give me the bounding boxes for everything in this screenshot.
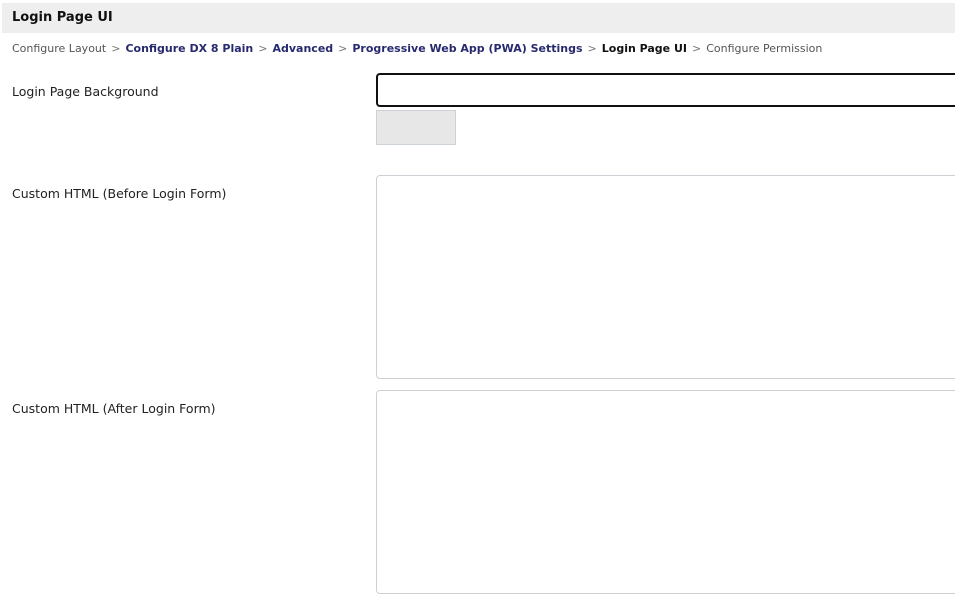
breadcrumb-configure-permission[interactable]: Configure Permission bbox=[706, 42, 822, 55]
custom-html-before-textarea[interactable] bbox=[376, 175, 955, 379]
breadcrumb-current: Login Page UI bbox=[601, 42, 687, 55]
breadcrumb-separator: > bbox=[338, 42, 348, 55]
page-title: Login Page UI bbox=[12, 10, 113, 25]
breadcrumb-separator: > bbox=[692, 42, 702, 55]
page-header: Login Page UI bbox=[2, 3, 955, 33]
login-background-label: Login Page Background bbox=[12, 84, 159, 99]
login-background-input[interactable] bbox=[376, 73, 955, 107]
breadcrumb-configure-dx8-plain[interactable]: Configure DX 8 Plain bbox=[125, 42, 253, 55]
breadcrumb-separator: > bbox=[587, 42, 597, 55]
breadcrumb-configure-layout[interactable]: Configure Layout bbox=[12, 42, 106, 55]
breadcrumb: Configure Layout > Configure DX 8 Plain > Ad… bbox=[12, 42, 822, 55]
breadcrumb-separator: > bbox=[111, 42, 121, 55]
custom-html-after-label: Custom HTML (After Login Form) bbox=[12, 401, 216, 416]
breadcrumb-advanced[interactable]: Advanced bbox=[272, 42, 333, 55]
custom-html-after-textarea[interactable] bbox=[376, 390, 955, 594]
custom-html-before-label: Custom HTML (Before Login Form) bbox=[12, 186, 227, 201]
background-color-preview[interactable] bbox=[376, 110, 456, 145]
breadcrumb-pwa-settings[interactable]: Progressive Web App (PWA) Settings bbox=[352, 42, 582, 55]
breadcrumb-separator: > bbox=[258, 42, 268, 55]
